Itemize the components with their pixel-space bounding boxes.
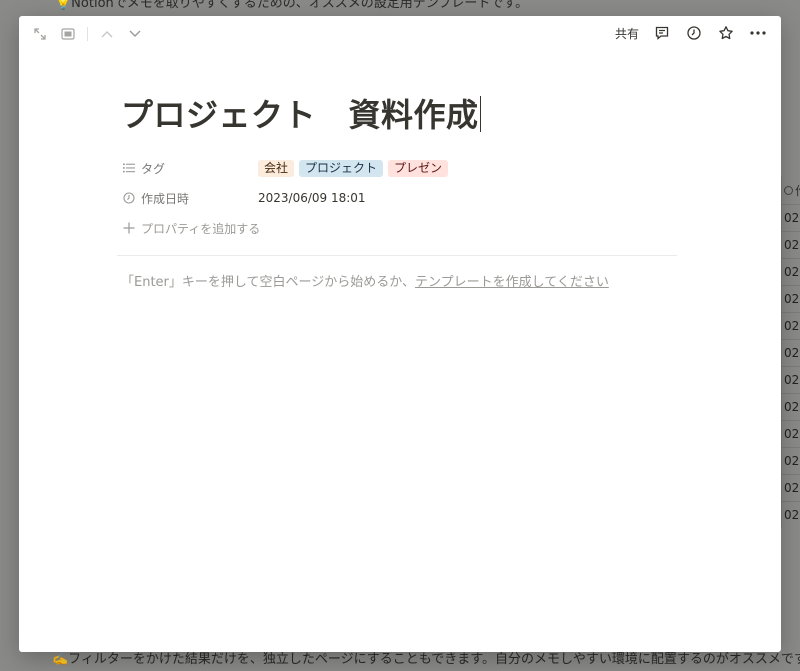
tag-presentation[interactable]: プレゼン xyxy=(388,159,449,177)
empty-page-hint: 「Enter」キーを押して空白ページから始めるか、テンプレートを作成してください xyxy=(121,271,681,290)
table-row: 023 xyxy=(782,474,800,501)
property-row-created-time: 作成日時 2023/06/09 18:01 xyxy=(121,183,681,213)
clock-icon[interactable] xyxy=(685,24,703,42)
list-icon xyxy=(123,163,135,173)
property-row-tags: タグ 会社 プロジェクト プレゼン xyxy=(121,153,681,183)
table-row: 023 xyxy=(782,393,800,420)
modal-actions: 共有 xyxy=(615,24,767,42)
background-column-header-label: 作 xyxy=(795,182,800,199)
table-row: 023 xyxy=(782,420,800,447)
toolbar-divider xyxy=(87,27,88,41)
created-time-value: 2023/06/09 18:01 xyxy=(258,191,366,205)
chevron-up-icon[interactable] xyxy=(98,25,116,43)
share-button[interactable]: 共有 xyxy=(615,25,639,42)
background-intro-text: 💡Notionでメモを取りやすくするための、オススメの設定用テンプレートです。 xyxy=(55,0,529,11)
page-content: プロジェクト 資料作成 タグ 会社 プロジェクト プレゼン 作成日時 2023/… xyxy=(117,94,681,290)
table-row: 023 xyxy=(782,366,800,393)
property-label-text: タグ xyxy=(141,161,166,176)
empty-page-hint-text: 「Enter」キーを押して空白ページから始めるか、 xyxy=(121,275,415,290)
table-row: 023 xyxy=(782,339,800,366)
table-row: 023 xyxy=(782,447,800,474)
properties-divider xyxy=(117,255,677,256)
modal-topbar: 共有 xyxy=(19,16,781,50)
table-row: 023 xyxy=(782,258,800,285)
property-value-created-time: 2023/06/09 18:01 xyxy=(258,191,366,205)
property-label-created-time[interactable]: 作成日時 xyxy=(121,190,258,207)
clock-icon xyxy=(123,192,135,204)
modal-nav-controls xyxy=(31,25,144,43)
property-value-tags[interactable]: 会社 プロジェクト プレゼン xyxy=(258,159,449,177)
page-title-container[interactable]: プロジェクト 資料作成 xyxy=(121,94,681,136)
add-property-label: プロパティを追加する xyxy=(141,221,261,236)
table-row: 023 xyxy=(782,231,800,258)
chevron-down-icon[interactable] xyxy=(126,25,144,43)
property-label-text: 作成日時 xyxy=(141,191,190,206)
table-row: 023 xyxy=(782,204,800,231)
star-icon[interactable] xyxy=(717,24,735,42)
table-row: 023 xyxy=(782,285,800,312)
side-peek-icon[interactable] xyxy=(59,25,77,43)
text-cursor xyxy=(479,96,481,132)
plus-icon xyxy=(123,222,135,234)
table-row: 023 xyxy=(782,312,800,339)
add-property-row[interactable]: プロパティを追加する xyxy=(121,213,681,243)
page-title[interactable]: プロジェクト 資料作成 xyxy=(121,96,479,134)
tag-company[interactable]: 会社 xyxy=(258,159,295,177)
background-column-header: 作 xyxy=(782,176,800,204)
clock-icon xyxy=(784,185,793,195)
tag-project[interactable]: プロジェクト xyxy=(299,159,384,177)
create-template-link[interactable]: テンプレートを作成してください xyxy=(415,275,609,290)
expand-icon[interactable] xyxy=(31,25,49,43)
property-list: タグ 会社 プロジェクト プレゼン 作成日時 2023/06/09 18:01 … xyxy=(121,153,681,243)
background-table-column: 作 023 023 023 023 023 023 023 023 023 02… xyxy=(781,176,800,528)
table-row: 023 xyxy=(782,501,800,528)
more-icon[interactable] xyxy=(749,24,767,42)
property-label-tags[interactable]: タグ xyxy=(121,160,258,177)
add-property-button[interactable]: プロパティを追加する xyxy=(121,220,260,237)
page-peek-modal: 共有 プロジェクト 資料作成 タグ 会社 プロジェクト プレゼン 作成日時 20… xyxy=(19,16,781,652)
comment-icon[interactable] xyxy=(653,24,671,42)
